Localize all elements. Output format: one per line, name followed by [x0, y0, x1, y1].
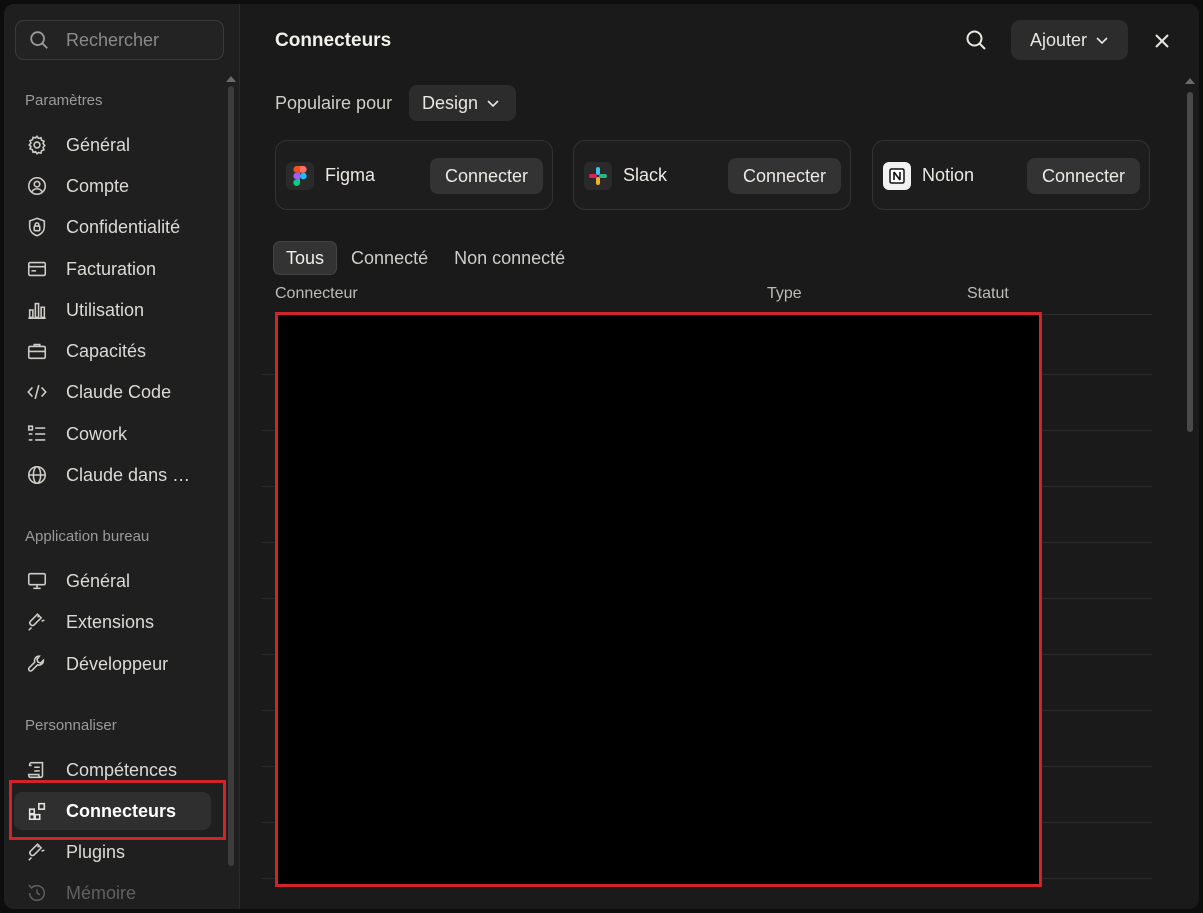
section-title-personnaliser: Personnaliser	[25, 717, 117, 734]
sidebar-item-label: Claude dans …	[66, 464, 191, 485]
sidebar-item-label: Facturation	[66, 258, 157, 279]
sidebar-item-plugins[interactable]: Plugins	[14, 833, 211, 871]
user-circle-icon	[27, 176, 47, 196]
connectors-icon	[28, 802, 46, 821]
search-input[interactable]: Rechercher	[15, 20, 224, 60]
sidebar-item-label: Général	[66, 570, 131, 591]
notion-icon	[883, 162, 911, 190]
sidebar-item-extensions[interactable]: Extensions	[14, 603, 211, 641]
sidebar-item-label: Compte	[66, 175, 130, 196]
chevron-down-icon	[1096, 37, 1108, 45]
popular-label: Populaire pour	[275, 93, 393, 113]
main-panel: Connecteurs Ajouter Populaire pour Desig…	[240, 4, 1199, 909]
gear-icon	[28, 135, 46, 155]
sidebar-item-general[interactable]: Général	[14, 126, 211, 164]
sidebar-item-developpeur[interactable]: Développeur	[14, 645, 211, 683]
history-icon	[28, 884, 46, 902]
sidebar-item-label: Capacités	[66, 340, 147, 361]
sidebar-item-claude-code[interactable]: Claude Code	[14, 373, 211, 411]
sidebar-item-label: Claude Code	[66, 381, 172, 402]
connect-notion-button[interactable]: Connecter	[1027, 158, 1140, 194]
sidebar-item-connecteurs[interactable]: Connecteurs	[14, 792, 211, 830]
code-icon	[27, 384, 47, 400]
connector-name: Notion	[922, 165, 975, 185]
column-header-statut[interactable]: Statut	[967, 285, 1009, 303]
connector-card-figma: Figma Connecter	[275, 140, 553, 210]
sidebar-item-capacites[interactable]: Capacités	[14, 332, 211, 370]
plug-icon	[28, 613, 45, 631]
sidebar-item-facturation[interactable]: Facturation	[14, 250, 211, 288]
connector-name: Slack	[623, 165, 668, 185]
sidebar-item-label: Mémoire	[66, 882, 137, 903]
search-placeholder: Rechercher	[66, 29, 160, 50]
connect-figma-button[interactable]: Connecter	[430, 158, 543, 194]
connector-card-notion: Notion Connecter	[872, 140, 1150, 210]
sidebar-item-desktop-general[interactable]: Général	[14, 562, 211, 600]
sidebar-item-label: Cowork	[66, 423, 128, 444]
sidebar-item-label: Développeur	[66, 653, 169, 674]
credit-card-icon	[27, 261, 47, 277]
monitor-icon	[27, 572, 47, 590]
sidebar-item-label: Compétences	[66, 759, 178, 780]
slack-icon	[584, 162, 612, 190]
table-header: Connecteur Type Statut	[275, 285, 1152, 315]
tab-connecte[interactable]: Connecté	[339, 241, 440, 275]
shield-lock-icon	[28, 217, 46, 237]
wrench-icon	[27, 655, 45, 672]
filter-tabs: Tous Connecté Non connecté	[273, 241, 579, 275]
page-title: Connecteurs	[275, 30, 392, 51]
column-header-connecteur[interactable]: Connecteur	[275, 285, 358, 303]
tab-non-connecte[interactable]: Non connecté	[442, 241, 577, 275]
connect-slack-button[interactable]: Connecter	[728, 158, 841, 194]
sidebar-scrollbar[interactable]	[228, 86, 234, 866]
main-scrollbar[interactable]	[1187, 92, 1193, 432]
add-button-label: Ajouter	[1029, 29, 1088, 50]
sidebar-item-utilisation[interactable]: Utilisation	[14, 291, 211, 329]
bar-chart-icon	[28, 302, 46, 320]
section-title-parametres: Paramètres	[25, 92, 103, 109]
sidebar-item-compte[interactable]: Compte	[14, 167, 211, 205]
sidebar-item-cowork[interactable]: Cowork	[14, 415, 211, 453]
sidebar-item-competences[interactable]: Compétences	[14, 751, 211, 789]
sidebar-item-label: Utilisation	[66, 299, 145, 320]
settings-window: Rechercher Paramètres Général Compte Con…	[4, 4, 1199, 909]
sidebar-scroll-up-arrow[interactable]	[226, 76, 236, 82]
sidebar-item-label: Extensions	[66, 611, 155, 632]
globe-icon	[27, 465, 47, 485]
sidebar: Rechercher Paramètres Général Compte Con…	[4, 4, 240, 909]
redacted-table-area	[275, 312, 1042, 887]
connector-card-slack: Slack Connecter	[573, 140, 851, 210]
plug-icon	[28, 843, 45, 861]
sidebar-item-label: Confidentialité	[66, 216, 181, 237]
connector-name: Figma	[325, 165, 376, 185]
chevron-down-icon	[487, 100, 499, 108]
sidebar-item-label: Connecteurs	[66, 800, 177, 821]
section-title-application-bureau: Application bureau	[25, 528, 150, 545]
sidebar-item-memoire[interactable]: Mémoire	[14, 874, 211, 909]
search-icon	[30, 31, 48, 49]
sidebar-item-claude-dans[interactable]: Claude dans …	[14, 456, 211, 494]
scroll-icon	[27, 761, 44, 779]
tab-tous[interactable]: Tous	[273, 241, 338, 275]
column-header-type[interactable]: Type	[767, 285, 802, 303]
briefcase-icon	[27, 343, 47, 360]
sidebar-item-label: Plugins	[66, 841, 126, 862]
search-icon[interactable]	[964, 28, 988, 52]
add-button[interactable]: Ajouter	[1011, 20, 1128, 60]
popular-category-value: Design	[422, 92, 479, 113]
sidebar-item-label: Général	[66, 134, 131, 155]
close-icon[interactable]	[1151, 30, 1173, 52]
sidebar-item-confidentialite[interactable]: Confidentialité	[14, 208, 211, 246]
checklist-icon	[27, 425, 46, 441]
popular-category-select[interactable]: Design	[409, 85, 516, 121]
figma-icon	[286, 162, 314, 190]
main-scroll-up-arrow[interactable]	[1185, 78, 1195, 84]
